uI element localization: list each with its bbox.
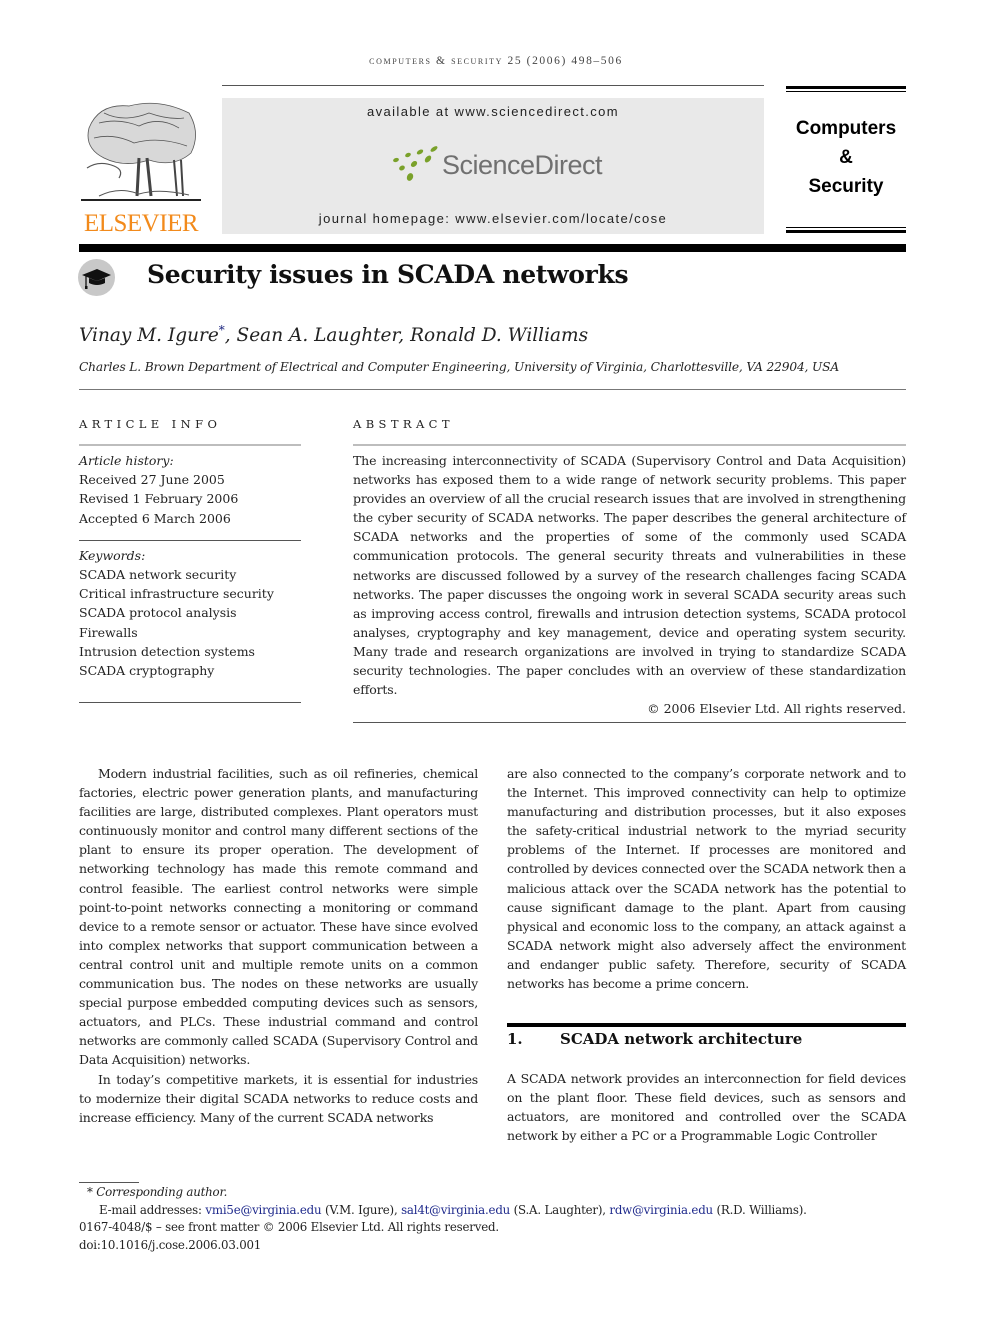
body-paragraph: Modern industrial facilities, such as oi… — [79, 766, 478, 1068]
email-addresses: E-mail addresses: vmi5e@virginia.edu (V.… — [99, 1202, 807, 1217]
article-history-label: Article history: — [79, 453, 174, 468]
masthead-thick-rule — [79, 244, 906, 252]
footnote-marker: * — [87, 1185, 93, 1199]
elsevier-wordmark: ELSEVIER — [83, 210, 199, 237]
abstract-copyright: © 2006 Elsevier Ltd. All rights reserved… — [647, 701, 906, 717]
email-owner: (S.A. Laughter) — [513, 1202, 603, 1217]
section-rule — [507, 1023, 906, 1027]
journal-name-line1: Computers — [795, 118, 897, 139]
graduation-cap-icon — [78, 259, 115, 296]
abstract-rule — [353, 444, 906, 446]
author-igure: Vinay M. Igure — [79, 325, 219, 347]
sciencedirect-logo: ScienceDirect — [390, 146, 610, 186]
history-revised: Revised 1 February 2006 — [79, 491, 239, 507]
body-paragraph: In today’s competitive markets, it is es… — [79, 1071, 478, 1125]
keyword: SCADA cryptography — [79, 663, 215, 679]
coauthors: , Sean A. Laughter, Ronald D. Williams — [224, 325, 589, 347]
history-received: Received 27 June 2005 — [79, 472, 225, 488]
abstract-bottom-rule — [353, 722, 906, 724]
history-accepted: Accepted 6 March 2006 — [79, 510, 231, 526]
sciencedirect-banner: available at www.sciencedirect.com Scien… — [222, 98, 764, 234]
affiliation-rule — [79, 389, 906, 390]
elsevier-tree-icon — [81, 102, 201, 201]
email-link-laughter[interactable]: sal4t@virginia.edu — [401, 1203, 510, 1217]
running-head: Computers & Security 25 (2006) 498–506 — [369, 55, 623, 67]
paper-title: Security issues in SCADA networks — [147, 260, 629, 289]
abstract: ABSTRACT The increasing interconnectivit… — [353, 417, 906, 724]
section-number: 1. — [507, 1030, 523, 1048]
journal-name-line2: & — [839, 147, 853, 168]
section-heading: 1. SCADA network architecture — [507, 1030, 802, 1048]
email-owner: (R.D. Williams). — [716, 1202, 807, 1217]
front-matter-line: 0167-4048/$ – see front matter © 2006 El… — [79, 1220, 499, 1234]
corresponding-author-note: * Corresponding author. — [79, 1184, 909, 1202]
article-info-rule — [79, 444, 301, 446]
keyword: SCADA network security — [79, 567, 237, 583]
journal-name: Computers & Security — [786, 114, 906, 201]
journal-name-line3: Security — [808, 176, 884, 197]
keyword: Intrusion detection systems — [79, 643, 255, 659]
keywords: Keywords: SCADA network security Critica… — [79, 546, 301, 680]
elsevier-logo: ELSEVIER — [79, 98, 203, 238]
abstract-text: The increasing interconnectivity of SCAD… — [353, 453, 906, 698]
email-owner: (V.M. Igure) — [324, 1202, 394, 1217]
article-history: Article history: Received 27 June 2005 R… — [79, 451, 301, 528]
keywords-rule — [79, 702, 301, 704]
available-at-text[interactable]: available at www.sciencedirect.com — [222, 104, 764, 119]
author-list: Vinay M. Igure*, Sean A. Laughter, Ronal… — [79, 323, 588, 346]
footnote-rule — [79, 1182, 139, 1183]
keyword: SCADA protocol analysis — [79, 605, 237, 621]
history-rule — [79, 539, 301, 541]
sciencedirect-wordmark: ScienceDirect — [442, 150, 603, 180]
email-link-williams[interactable]: rdw@virginia.edu — [609, 1203, 713, 1217]
affiliation: Charles L. Brown Department of Electrica… — [79, 360, 839, 374]
email-link-igure[interactable]: vmi5e@virginia.edu — [205, 1203, 321, 1217]
body-paragraph: are also connected to the company’s corp… — [507, 766, 906, 992]
keyword: Critical infrastructure security — [79, 586, 274, 602]
section-title: SCADA network architecture — [560, 1030, 803, 1048]
journal-brand: Computers & Security — [786, 86, 906, 236]
header-rule — [222, 85, 764, 86]
journal-homepage-text[interactable]: journal homepage: www.elsevier.com/locat… — [222, 211, 764, 226]
section-body: A SCADA network provides an interconnect… — [507, 1069, 906, 1145]
article-info-heading: ARTICLE INFO — [79, 417, 222, 431]
doi[interactable]: doi:10.1016/j.cose.2006.03.001 — [79, 1237, 909, 1255]
brand-top-rule — [786, 86, 906, 92]
keywords-label: Keywords: — [79, 547, 146, 563]
brand-bottom-rule — [786, 227, 906, 233]
article-info: ARTICLE INFO Article history: Received 2… — [79, 417, 301, 704]
corresponding-author-label: Corresponding author. — [96, 1185, 228, 1199]
keyword: Firewalls — [79, 624, 138, 640]
email-label: E-mail addresses: — [99, 1202, 202, 1217]
footnotes: * Corresponding author. E-mail addresses… — [79, 1184, 909, 1254]
body-column-right: are also connected to the company’s corp… — [507, 764, 906, 993]
body-column-left: Modern industrial facilities, such as oi… — [79, 764, 478, 1127]
abstract-heading: ABSTRACT — [353, 417, 454, 431]
sciencedirect-dots-icon — [393, 146, 438, 181]
body-paragraph: A SCADA network provides an interconnect… — [507, 1071, 906, 1144]
